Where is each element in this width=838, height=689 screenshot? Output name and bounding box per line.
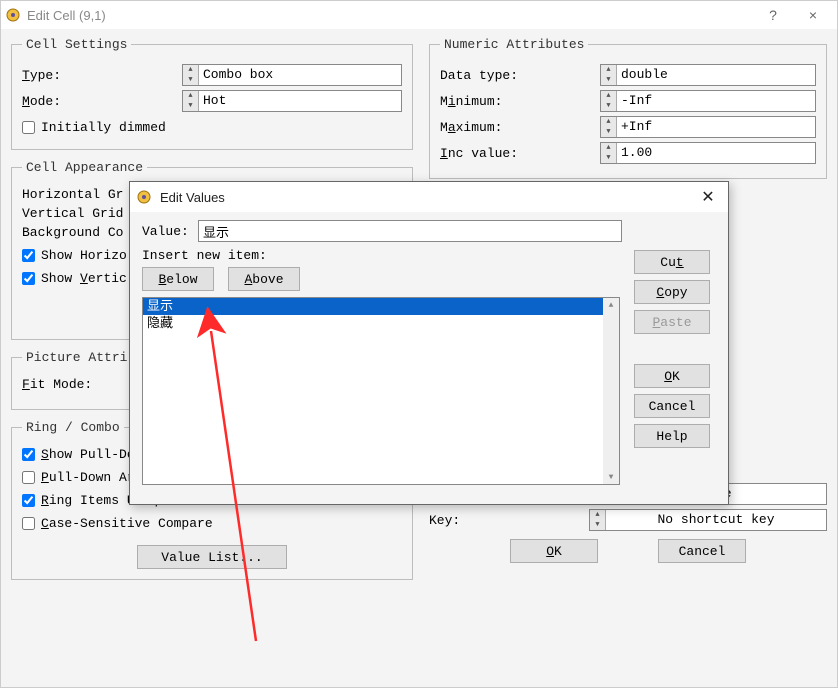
cell-settings-legend: Cell Settings bbox=[22, 37, 131, 52]
show-vertical-input[interactable] bbox=[22, 272, 35, 285]
edit-cell-window: Edit Cell (9,1) ? × Cell Settings Type: … bbox=[0, 0, 838, 688]
list-scrollbar[interactable]: ▲ ▼ bbox=[603, 298, 619, 484]
data-type-value: double bbox=[617, 65, 815, 85]
edit-values-close-button[interactable]: ✕ bbox=[694, 183, 722, 211]
min-spinner[interactable]: ▲▼ bbox=[601, 91, 617, 111]
type-spinner[interactable]: ▲▼ bbox=[183, 65, 199, 85]
inc-value: 1.00 bbox=[617, 143, 815, 163]
dialog-ok-button[interactable]: OK bbox=[634, 364, 710, 388]
list-item[interactable]: 隐藏 bbox=[143, 315, 619, 332]
edit-values-icon bbox=[136, 189, 152, 205]
data-type-spinner[interactable]: ▲▼ bbox=[601, 65, 617, 85]
mode-spinner[interactable]: ▲▼ bbox=[183, 91, 199, 111]
type-value: Combo box bbox=[199, 65, 401, 85]
dialog-help-button[interactable]: Help bbox=[634, 424, 710, 448]
numeric-attrs-group: Numeric Attributes Data type: ▲▼ double … bbox=[429, 37, 827, 179]
initially-dimmed-checkbox[interactable]: Initially dimmed bbox=[22, 120, 166, 135]
value-list-button[interactable]: Value List... bbox=[137, 545, 287, 569]
initially-dimmed-label: Initially dimmed bbox=[41, 120, 166, 135]
type-field[interactable]: ▲▼ Combo box bbox=[182, 64, 402, 86]
key-row: Key: ▲▼ No shortcut key bbox=[429, 509, 827, 531]
key-label: Key: bbox=[429, 513, 589, 528]
value-label: Value: bbox=[142, 224, 198, 239]
values-listbox[interactable]: 显示 隐藏 ▲ ▼ bbox=[142, 297, 620, 485]
help-button[interactable]: ? bbox=[753, 2, 793, 28]
show-pulldown-input[interactable] bbox=[22, 448, 35, 461]
ring-combo-legend: Ring / Combo bbox=[22, 420, 124, 435]
insert-new-item-label: Insert new item: bbox=[142, 248, 622, 263]
type-label: Type: bbox=[22, 68, 182, 83]
key-spinner[interactable]: ▲▼ bbox=[590, 510, 606, 530]
max-label: Maximum: bbox=[440, 120, 600, 135]
cell-appearance-legend: Cell Appearance bbox=[22, 160, 147, 175]
edit-values-titlebar: Edit Values ✕ bbox=[130, 182, 728, 212]
show-horizontal-label: Show Horizo bbox=[41, 248, 127, 263]
mode-field[interactable]: ▲▼ Hot bbox=[182, 90, 402, 112]
cut-button[interactable]: Cut bbox=[634, 250, 710, 274]
max-value: +Inf bbox=[617, 117, 815, 137]
max-spinner[interactable]: ▲▼ bbox=[601, 117, 617, 137]
min-label: Minimum: bbox=[440, 94, 600, 109]
mode-value: Hot bbox=[199, 91, 401, 111]
paste-button[interactable]: Paste bbox=[634, 310, 710, 334]
window-title: Edit Cell (9,1) bbox=[27, 8, 753, 23]
value-input[interactable] bbox=[198, 220, 622, 242]
copy-button[interactable]: Copy bbox=[634, 280, 710, 304]
above-button[interactable]: Above bbox=[228, 267, 300, 291]
ring-unique-input[interactable] bbox=[22, 494, 35, 507]
pulldown-left-input[interactable] bbox=[22, 471, 35, 484]
mode-label: Mode: bbox=[22, 94, 182, 109]
cell-settings-group: Cell Settings Type: ▲▼ Combo box Mode: ▲… bbox=[11, 37, 413, 150]
edit-values-dialog: Edit Values ✕ Value: Insert new item: Be… bbox=[129, 181, 729, 505]
show-vertical-label: Show Vertic bbox=[41, 271, 127, 286]
case-sensitive-input[interactable] bbox=[22, 517, 35, 530]
app-icon bbox=[5, 7, 21, 23]
data-type-field[interactable]: ▲▼ double bbox=[600, 64, 816, 86]
scroll-up-icon[interactable]: ▲ bbox=[603, 298, 619, 312]
inc-spinner[interactable]: ▲▼ bbox=[601, 143, 617, 163]
inc-field[interactable]: ▲▼ 1.00 bbox=[600, 142, 816, 164]
show-horizontal-input[interactable] bbox=[22, 249, 35, 262]
close-button[interactable]: × bbox=[793, 2, 833, 28]
numeric-attrs-legend: Numeric Attributes bbox=[440, 37, 588, 52]
show-horizontal-checkbox[interactable]: Show Horizo bbox=[22, 248, 127, 263]
main-cancel-button[interactable]: Cancel bbox=[658, 539, 746, 563]
initially-dimmed-input[interactable] bbox=[22, 121, 35, 134]
picture-attrs-legend: Picture Attri bbox=[22, 350, 131, 365]
show-vertical-checkbox[interactable]: Show Vertic bbox=[22, 271, 127, 286]
scroll-down-icon[interactable]: ▼ bbox=[603, 470, 619, 484]
max-field[interactable]: ▲▼ +Inf bbox=[600, 116, 816, 138]
key-field[interactable]: ▲▼ No shortcut key bbox=[589, 509, 827, 531]
dialog-cancel-button[interactable]: Cancel bbox=[634, 394, 710, 418]
titlebar: Edit Cell (9,1) ? × bbox=[1, 1, 837, 29]
key-value: No shortcut key bbox=[606, 510, 826, 530]
min-value: -Inf bbox=[617, 91, 815, 111]
edit-values-title: Edit Values bbox=[160, 190, 694, 205]
below-button[interactable]: Below bbox=[142, 267, 214, 291]
case-sensitive-label: Case-Sensitive Compare bbox=[41, 516, 213, 531]
case-sensitive-checkbox[interactable]: Case-Sensitive Compare bbox=[22, 516, 213, 531]
list-item[interactable]: 显示 bbox=[143, 298, 619, 315]
inc-label: Inc value: bbox=[440, 146, 600, 161]
main-ok-button[interactable]: OK bbox=[510, 539, 598, 563]
data-type-label: Data type: bbox=[440, 68, 600, 83]
min-field[interactable]: ▲▼ -Inf bbox=[600, 90, 816, 112]
